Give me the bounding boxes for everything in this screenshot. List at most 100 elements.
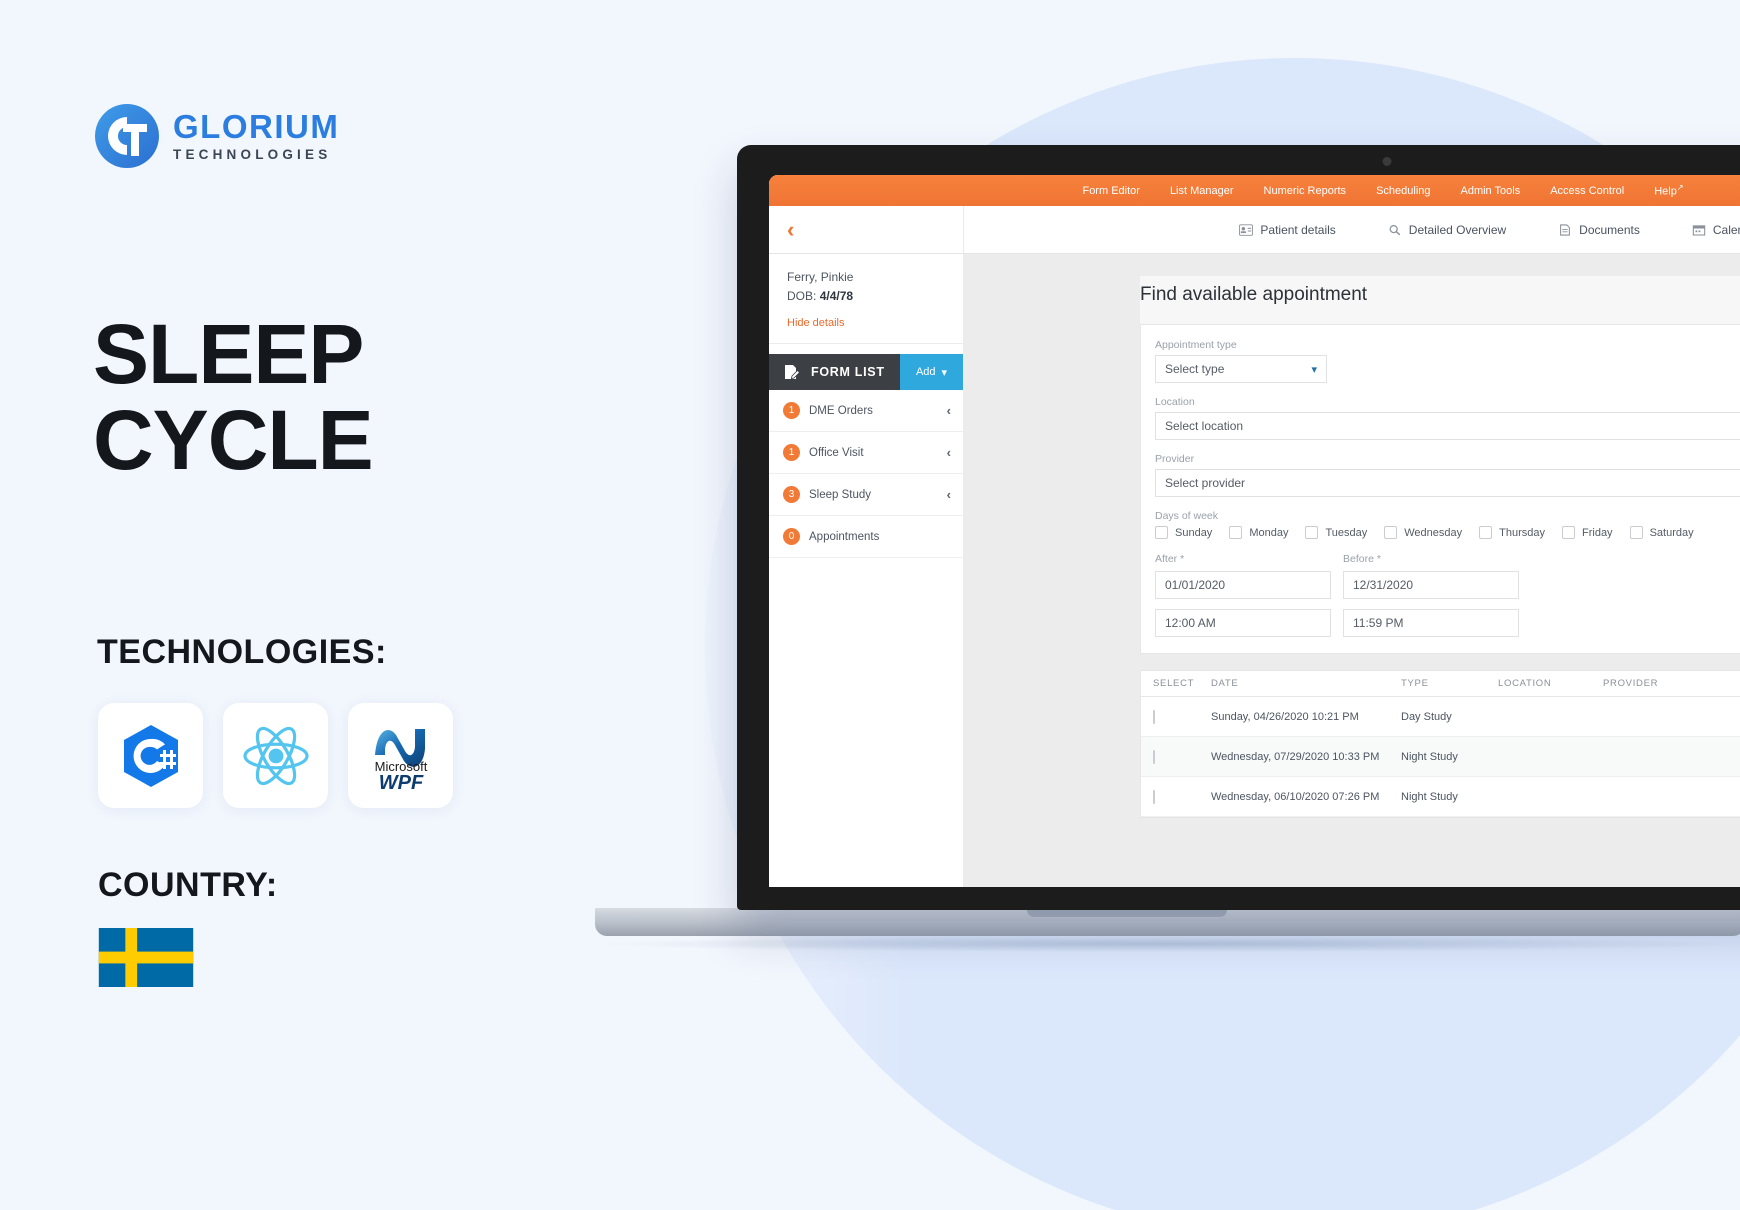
patient-name: Ferry, Pinkie [787, 270, 854, 284]
tab-documents[interactable]: Documents [1558, 223, 1640, 237]
table-row[interactable]: Wednesday, 06/10/2020 07:26 PM Night Stu… [1141, 777, 1740, 817]
tech-card-wpf: Microsoft WPF [348, 703, 453, 808]
checkbox-friday[interactable]: Friday [1562, 526, 1613, 539]
location-label: Location [1155, 396, 1195, 408]
provider-label: Provider [1155, 453, 1195, 465]
form-count-badge: 3 [783, 486, 800, 503]
checkbox-label: Thursday [1499, 526, 1545, 539]
form-count-badge: 1 [783, 444, 800, 461]
row-select-cell [1141, 789, 1199, 804]
page-title: SLEEP CYCLE [93, 311, 374, 487]
nav-item-list-manager[interactable]: List Manager [1170, 185, 1234, 197]
provider-select[interactable]: Select provider [1155, 469, 1740, 497]
chevron-left-icon[interactable]: ‹ [947, 403, 951, 418]
row-date-cell: Wednesday, 06/10/2020 07:26 PM [1211, 790, 1380, 803]
checkbox-box[interactable] [1384, 526, 1398, 539]
appointment-panel: Find available appointment Appointment t… [1140, 276, 1740, 654]
tab-calendar[interactable]: Calendar [1692, 223, 1740, 237]
checkbox-monday[interactable]: Monday [1229, 526, 1288, 539]
after-time-input[interactable]: 12:00 AM [1155, 609, 1331, 637]
form-list-header-wrap: FORM LIST Add ▾ [769, 354, 963, 390]
left-info-column: GLORIUM TECHNOLOGIES SLEEP CYCLE TECHNOL… [0, 0, 700, 1210]
form-list-item-label: Office Visit [809, 446, 864, 459]
nav-item-access-control[interactable]: Access Control [1550, 185, 1624, 197]
row-checkbox[interactable] [1153, 749, 1155, 764]
checkbox-box[interactable] [1155, 526, 1168, 539]
chevron-left-icon[interactable]: ‹ [787, 218, 794, 241]
checkbox-label: Monday [1249, 526, 1289, 539]
tab-patient-details[interactable]: Patient details [1239, 222, 1336, 237]
tab-patient-details-label: Patient details [1260, 222, 1336, 237]
checkbox-tuesday[interactable]: Tuesday [1305, 526, 1367, 539]
patient-dob-value: 4/4/78 [819, 289, 854, 303]
headline-line-2: CYCLE [93, 392, 374, 487]
checkbox-box[interactable] [1305, 526, 1319, 539]
form-count-badge: 0 [783, 528, 800, 545]
tab-calendar-label: Calendar [1712, 222, 1740, 237]
row-date-cell: Sunday, 04/26/2020 10:21 PM [1211, 710, 1359, 723]
appointment-type-value: Select type [1165, 362, 1225, 376]
checkbox-thursday[interactable]: Thursday [1479, 526, 1545, 539]
column-header-location: LOCATION [1498, 678, 1552, 689]
date-range-times: 12:00 AM 11:59 PM [1155, 609, 1740, 637]
after-label: After * [1155, 553, 1185, 565]
checkbox-box[interactable] [1562, 526, 1575, 539]
form-list-item-label: Sleep Study [809, 488, 872, 501]
tab-detailed-overview[interactable]: Detailed Overview [1388, 223, 1506, 237]
patient-panel-header: ‹ [769, 206, 964, 253]
checkbox-label: Friday [1582, 526, 1613, 539]
glorium-logo: GLORIUM TECHNOLOGIES [95, 104, 339, 168]
checkbox-wednesday[interactable]: Wednesday [1384, 526, 1462, 539]
csharp-icon [123, 724, 178, 787]
glorium-gt-monogram-icon [95, 104, 159, 168]
field-location: Location Select location [1155, 396, 1740, 440]
checkbox-label: Saturday [1649, 526, 1694, 539]
after-time-value: 12:00 AM [1165, 616, 1216, 630]
tech-card-react [223, 703, 328, 808]
before-label-col: Before * [1343, 553, 1519, 569]
technologies-list: Microsoft WPF [98, 703, 453, 808]
hide-details-link[interactable]: Hide details [787, 317, 844, 329]
provider-value: Select provider [1165, 476, 1246, 490]
nav-item-admin-tools[interactable]: Admin Tools [1461, 185, 1521, 197]
table-row[interactable]: Sunday, 04/26/2020 10:21 PM Day Study [1141, 697, 1740, 737]
form-list-item-dme-orders[interactable]: 1 DME Orders ‹ [769, 390, 963, 432]
results-table-header: SELECT DATE TYPE LOCATION PROVIDER [1141, 671, 1740, 697]
location-select[interactable]: Select location [1155, 412, 1740, 440]
form-list-item-label: DME Orders [809, 404, 873, 417]
column-header-date: DATE [1211, 678, 1239, 689]
add-form-button[interactable]: Add ▾ [900, 354, 963, 390]
date-range-dates: 01/01/2020 12/31/2020 [1155, 571, 1740, 599]
checkbox-saturday[interactable]: Saturday [1629, 526, 1694, 539]
appointment-filter-form: Appointment type Select type ▾ Location [1140, 324, 1740, 654]
nav-item-scheduling[interactable]: Scheduling [1376, 185, 1430, 197]
chevron-left-icon[interactable]: ‹ [947, 487, 951, 502]
checkbox-label: Tuesday [1325, 526, 1368, 539]
form-list-item-appointments[interactable]: 0 Appointments [769, 516, 963, 558]
row-checkbox[interactable] [1153, 709, 1155, 724]
appointment-type-select[interactable]: Select type ▾ [1155, 355, 1327, 383]
row-date-cell: Wednesday, 07/29/2020 10:33 PM [1211, 750, 1380, 763]
form-list-item-sleep-study[interactable]: 3 Sleep Study ‹ [769, 474, 963, 516]
sweden-flag-icon [98, 928, 194, 987]
checkbox-box[interactable] [1479, 526, 1493, 539]
checkbox-box[interactable] [1229, 526, 1243, 539]
chevron-left-icon[interactable]: ‹ [947, 445, 951, 460]
form-list-item-office-visit[interactable]: 1 Office Visit ‹ [769, 432, 963, 474]
checkbox-sunday[interactable]: Sunday [1155, 526, 1212, 539]
form-list-item-label: Appointments [809, 530, 880, 543]
nav-item-numeric-reports[interactable]: Numeric Reports [1264, 185, 1347, 197]
before-date-input[interactable]: 12/31/2020 [1343, 571, 1519, 599]
row-select-cell [1141, 749, 1199, 764]
nav-item-help[interactable]: Help↗ [1654, 183, 1683, 198]
chevron-down-icon: ▾ [1311, 363, 1317, 376]
after-date-input[interactable]: 01/01/2020 [1155, 571, 1331, 599]
nav-item-form-editor[interactable]: Form Editor [1082, 185, 1139, 197]
table-row[interactable]: Wednesday, 07/29/2020 10:33 PM Night Stu… [1141, 737, 1740, 777]
wpf-product-text: WPF [378, 772, 423, 793]
row-checkbox[interactable] [1153, 789, 1155, 804]
checkbox-box[interactable] [1629, 526, 1643, 539]
before-time-input[interactable]: 11:59 PM [1343, 609, 1519, 637]
nav-item-help-label: Help [1654, 185, 1677, 198]
patient-sidebar: Ferry, Pinkie DOB: 4/4/78 Hide details F… [769, 254, 964, 887]
